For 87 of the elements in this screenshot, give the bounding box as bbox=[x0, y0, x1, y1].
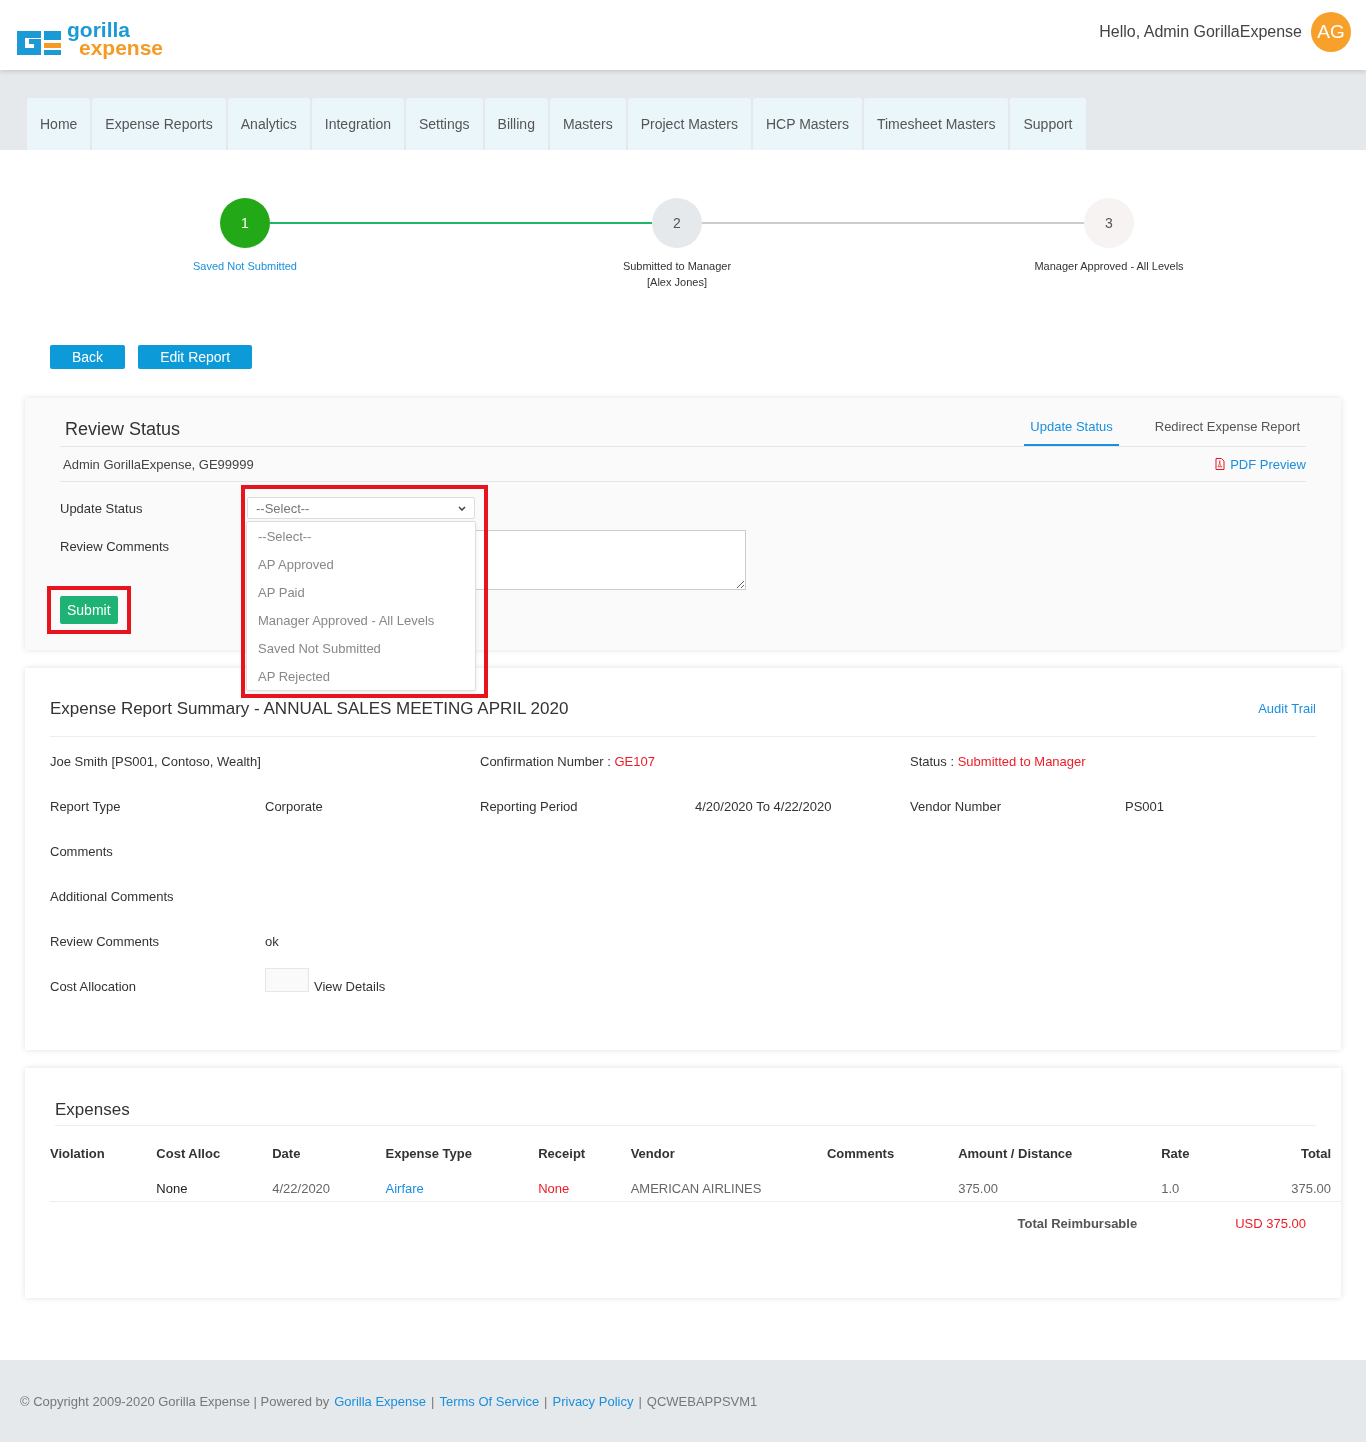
table-cell: None bbox=[156, 1181, 188, 1196]
step-circle: 3 bbox=[1084, 198, 1134, 248]
field-label: Review Comments bbox=[50, 934, 161, 949]
action-button[interactable]: Edit Report bbox=[138, 345, 253, 369]
field-value: 4/20/2020 To 4/22/2020 bbox=[695, 799, 833, 814]
dropdown-option[interactable]: Manager Approved - All Levels bbox=[247, 606, 475, 634]
dropdown-option[interactable]: --Select-- bbox=[247, 522, 475, 550]
total-label: Total Reimbursable bbox=[1017, 1216, 1138, 1231]
chevron-down-icon bbox=[458, 505, 466, 511]
column-header: Expense Type bbox=[385, 1145, 473, 1163]
reviewer-text: Admin GorillaExpense, GE99999 bbox=[63, 456, 254, 472]
nav-tab[interactable]: Masters bbox=[549, 98, 626, 150]
view-details-text: View Details bbox=[314, 979, 386, 994]
field-label: Comments bbox=[50, 844, 114, 859]
nav-tab[interactable]: Expense Reports bbox=[92, 98, 226, 150]
field-label: Additional Comments bbox=[50, 889, 175, 904]
expense-type-link[interactable]: Airfare bbox=[385, 1181, 424, 1196]
section-title: Expenses bbox=[55, 1068, 1316, 1126]
column-header: Cost Alloc bbox=[156, 1145, 222, 1163]
step-circle: 2 bbox=[652, 198, 702, 248]
nav-tab[interactable]: Support bbox=[1010, 98, 1086, 150]
review-tab[interactable]: Update Status bbox=[1024, 418, 1119, 446]
table-cell: AMERICAN AIRLINES bbox=[630, 1181, 762, 1196]
section-title: Review Status bbox=[64, 419, 181, 441]
step-label: Saved Not Submitted bbox=[192, 259, 298, 274]
employee-text: Joe Smith [PS001, Contoso, Wealth] bbox=[50, 754, 262, 769]
table-cell: None bbox=[538, 1181, 570, 1196]
step-circle: 1 bbox=[220, 198, 270, 248]
field-label: Vendor Number bbox=[910, 799, 1003, 814]
logo-text: gorilla bbox=[67, 21, 131, 39]
field-value: PS001 bbox=[1125, 799, 1166, 814]
field-label: Review Comments bbox=[60, 539, 171, 554]
column-header: Violation bbox=[50, 1126, 157, 1181]
table-cell: 375.00 bbox=[1291, 1181, 1331, 1196]
table-cell: 4/22/2020 bbox=[272, 1181, 331, 1196]
separator: | bbox=[431, 1393, 435, 1409]
checkbox[interactable] bbox=[265, 968, 309, 992]
nav-tab[interactable]: Billing bbox=[484, 98, 548, 150]
column-header: Rate bbox=[1161, 1145, 1191, 1163]
nav-tab[interactable]: Settings bbox=[405, 98, 483, 150]
column-header: Vendor bbox=[630, 1126, 827, 1181]
nav-tab[interactable]: Home bbox=[27, 98, 91, 150]
footer-link[interactable]: Gorilla Expense bbox=[334, 1393, 427, 1409]
dropdown-option[interactable]: AP Paid bbox=[247, 578, 475, 606]
action-button[interactable]: Back bbox=[50, 345, 126, 369]
step-label: Manager Approved - All Levels bbox=[1033, 259, 1185, 274]
table-cell: 1.0 bbox=[1161, 1181, 1180, 1196]
dropdown-option[interactable]: Saved Not Submitted bbox=[247, 634, 475, 662]
audit-trail-link[interactable]: Audit Trail bbox=[1258, 701, 1316, 716]
nav-tab[interactable]: Timesheet Masters bbox=[863, 98, 1009, 150]
column-header: Comments bbox=[827, 1126, 959, 1181]
field-value: Corporate bbox=[265, 799, 324, 814]
nav-tab[interactable]: HCP Masters bbox=[752, 98, 862, 150]
status-text: Status : Submitted to Manager bbox=[910, 754, 1087, 769]
logo-text: expense bbox=[79, 39, 164, 57]
footer-link[interactable]: Terms Of Service bbox=[439, 1393, 540, 1409]
footer-link[interactable]: Privacy Policy bbox=[552, 1393, 634, 1409]
field-value: ok bbox=[265, 934, 280, 949]
submit-button[interactable]: Submit bbox=[60, 596, 118, 624]
avatar: AG bbox=[1311, 12, 1351, 52]
column-header: Amount / Distance bbox=[958, 1145, 1074, 1163]
dropdown-option[interactable]: AP Approved bbox=[247, 550, 475, 578]
column-header: Date bbox=[272, 1126, 386, 1181]
separator: | bbox=[544, 1393, 548, 1409]
confirmation-text: Confirmation Number : GE107 bbox=[480, 754, 656, 769]
review-tab[interactable]: Redirect Expense Report bbox=[1148, 418, 1306, 446]
field-label: Update Status bbox=[60, 500, 144, 516]
field-label: Reporting Period bbox=[480, 799, 579, 814]
field-label: Cost Allocation bbox=[50, 979, 137, 994]
footer-text: QCWEBAPPSVM1 bbox=[646, 1393, 758, 1409]
total-value: USD 375.00 bbox=[1235, 1216, 1306, 1231]
separator: | bbox=[638, 1393, 642, 1409]
nav-tab[interactable]: Project Masters bbox=[627, 98, 751, 150]
nav-tab[interactable]: Integration bbox=[311, 98, 404, 150]
pdf-file-icon bbox=[1215, 458, 1226, 470]
column-header: Total bbox=[1299, 1145, 1332, 1163]
nav-tab[interactable]: Analytics bbox=[227, 98, 310, 150]
footer-text: © Copyright 2009-2020 Gorilla Expense | Powered by bbox=[20, 1393, 330, 1409]
section-title: Expense Report Summary - ANNUAL SALES MEETING APRIL 2020 bbox=[50, 698, 569, 719]
status-select[interactable]: --Select-- bbox=[247, 497, 475, 519]
greeting-text: Hello, Admin GorillaExpense bbox=[1099, 23, 1302, 41]
step-label: Submitted to Manager [Alex Jones] bbox=[621, 259, 733, 290]
table-cell: 375.00 bbox=[958, 1181, 998, 1196]
dropdown-option[interactable]: AP Rejected bbox=[247, 662, 475, 690]
field-label: Report Type bbox=[50, 799, 122, 814]
column-header: Receipt bbox=[538, 1126, 631, 1181]
pdf-preview-link[interactable]: PDF Preview bbox=[1215, 456, 1306, 472]
